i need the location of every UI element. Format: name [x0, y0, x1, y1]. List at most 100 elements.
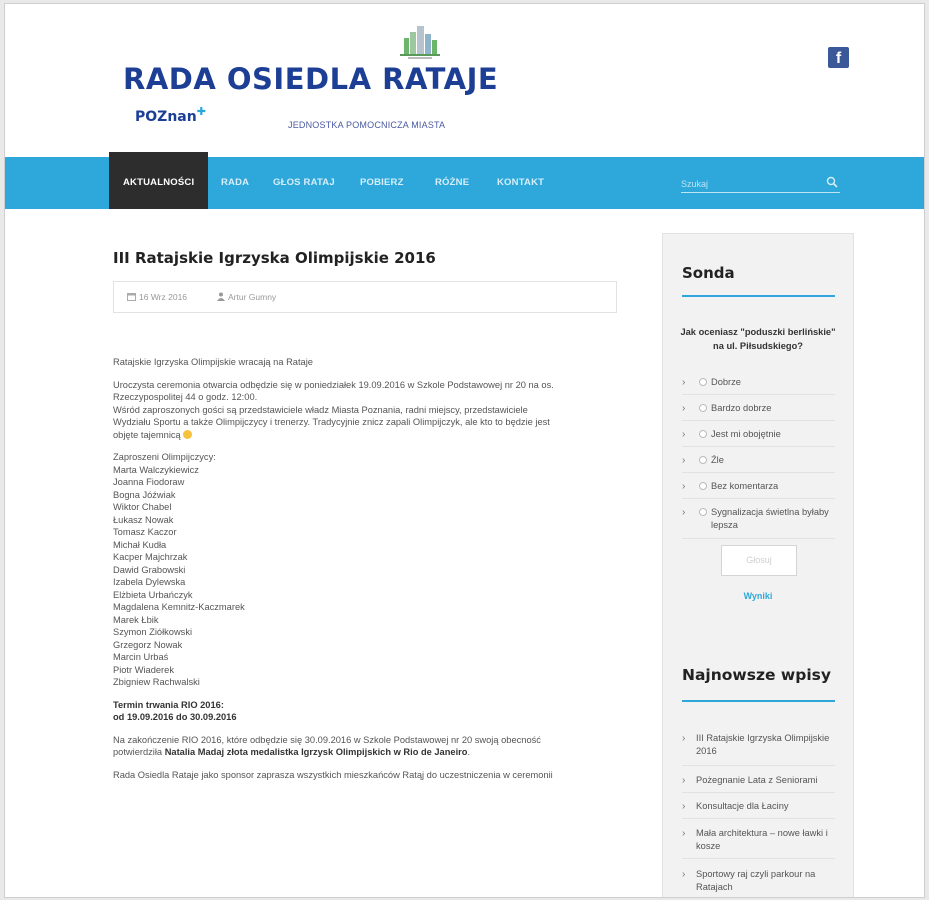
olympians-list: Zaproszeni Olimpijczycy: Marta Walczykie… — [113, 451, 618, 689]
post-date[interactable]: 16 Wrz 2016 — [127, 292, 187, 302]
divider — [682, 792, 835, 793]
chevron-right-icon: › — [682, 481, 686, 492]
smiley-icon — [183, 429, 193, 439]
post-line-text: potwierdziła — [113, 747, 165, 757]
sidebar: Sonda Jak oceniasz "poduszki berlińskie"… — [662, 233, 854, 897]
olympians-names: Marta Walczykiewicz Joanna Fiodoraw Bogna … — [113, 464, 618, 689]
chevron-right-icon: › — [682, 869, 686, 880]
site-subtitle: JEDNOSTKA POMOCNICZA MIASTA — [288, 120, 446, 130]
results-link[interactable]: Wyniki — [663, 591, 853, 601]
poll-option-label: Sygnalizacja świetlna byłaby lepsza — [711, 507, 829, 530]
poll-option-label: Bardzo dobrze — [711, 403, 772, 413]
olympian-name: Joanna Fiodoraw — [113, 477, 185, 487]
site-title[interactable]: RADA OSIEDLA RATAJE — [123, 62, 498, 96]
post-paragraph: Ratajskie Igrzyska Olimpijskie wracają n… — [113, 357, 313, 367]
olympian-name: Zbigniew Rachwalski — [113, 677, 200, 687]
divider — [682, 498, 835, 499]
olympian-name: Magdalena Kemnitz-Kaczmarek — [113, 602, 245, 612]
facebook-icon[interactable]: f — [828, 47, 849, 68]
vote-button[interactable]: Głosuj — [721, 545, 797, 576]
poll-question: Jak oceniasz "poduszki berlińskie" na ul… — [680, 327, 836, 351]
widget-divider — [682, 295, 835, 297]
post-author[interactable]: Artur Gumny — [217, 292, 276, 302]
divider — [682, 858, 835, 859]
post-paragraph: Rada Osiedla Rataje jako sponsor zaprasz… — [113, 769, 553, 780]
olympian-name: Bogna Jóźwiak — [113, 489, 176, 500]
chevron-right-icon: › — [682, 377, 686, 388]
nav-item-rozne[interactable]: RÓŻNE — [435, 157, 469, 209]
poll-option-label: Bez komentarza — [711, 481, 779, 491]
widget-divider — [682, 700, 835, 702]
nav-item-rada[interactable]: RADA — [221, 157, 249, 209]
chevron-right-icon: › — [682, 733, 686, 744]
poll-option-label: Dobrze — [711, 377, 741, 387]
main-navigation: AKTUALNOŚCI RADA GŁOS RATAJ POBIERZ RÓŻN… — [5, 152, 924, 209]
chevron-right-icon: › — [682, 828, 686, 839]
post-line: Uroczysta ceremonia otwarcia odbędzie si… — [113, 379, 554, 390]
olympians-heading: Zaproszeni Olimpijczycy: — [113, 452, 216, 462]
chevron-right-icon: › — [682, 429, 686, 440]
building-logo-icon[interactable] — [398, 24, 442, 60]
post-paragraph: Uroczysta ceremonia otwarcia odbędzie si… — [113, 379, 618, 442]
radio-button[interactable] — [699, 378, 707, 386]
post-line: objęte tajemnicą — [113, 429, 618, 442]
post-line: Rzeczypospolitej 44 o godz. 12:00. — [113, 392, 258, 402]
poll-widget-title: Sonda — [682, 264, 735, 282]
search-icon[interactable] — [826, 176, 838, 188]
chevron-right-icon: › — [682, 775, 686, 786]
recent-post-link[interactable]: Mała architektura – nowe ławki i kosze — [696, 827, 836, 853]
term-line: Termin trwania RIO 2016: — [113, 699, 224, 710]
chevron-right-icon: › — [682, 507, 686, 518]
recent-post-link[interactable]: Konsultacje dla Łaciny — [696, 800, 836, 813]
poll-option-label: Źle — [711, 455, 724, 465]
user-icon — [217, 292, 225, 301]
post-line: Wydziału Sportu a także Olimpijczycy i t… — [113, 417, 550, 427]
divider — [682, 818, 835, 819]
olympian-name: Grzegorz Nowak — [113, 639, 183, 650]
olympian-name: Michał Kudła — [113, 539, 167, 550]
olympian-name: Marcin Urbaś — [113, 652, 169, 662]
radio-button[interactable] — [699, 508, 707, 516]
term-line: od 19.09.2016 do 30.09.2016 — [113, 712, 237, 722]
nav-item-pobierz[interactable]: POBIERZ — [360, 157, 404, 209]
divider — [682, 472, 835, 473]
page: RADA OSIEDLA RATAJE POZnan✚ JEDNOSTKA PO… — [4, 3, 925, 898]
olympian-name: Elżbieta Urbańczyk — [113, 589, 193, 600]
search-input[interactable] — [681, 176, 811, 192]
radio-button[interactable] — [699, 430, 707, 438]
recent-posts-title: Najnowsze wpisy — [682, 666, 831, 684]
chevron-right-icon: › — [682, 801, 686, 812]
post-content: Ratajskie Igrzyska Olimpijskie wracają n… — [113, 356, 618, 791]
divider — [682, 420, 835, 421]
nav-item-kontakt[interactable]: KONTAKT — [497, 157, 544, 209]
olympian-name: Piotr Wiaderek — [113, 664, 174, 675]
radio-button[interactable] — [699, 482, 707, 490]
olympian-name: Marek Łbik — [113, 614, 159, 625]
post-meta: 16 Wrz 2016 Artur Gumny — [113, 281, 617, 313]
post-line-text: objęte tajemnicą — [113, 429, 181, 440]
post-title[interactable]: III Ratajskie Igrzyska Olimpijskie 2016 — [113, 249, 436, 267]
post-author-text: Artur Gumny — [228, 292, 277, 302]
olympian-name: Szymon Ziółkowski — [113, 627, 193, 637]
divider — [682, 765, 835, 766]
post-line: potwierdziła Natalia Madaj złota medalis… — [113, 746, 618, 759]
radio-button[interactable] — [699, 456, 707, 464]
search-box — [681, 174, 840, 193]
nav-item-aktualnosci[interactable]: AKTUALNOŚCI — [109, 152, 209, 209]
olympian-name: Izabela Dylewska — [113, 577, 186, 587]
poznan-logo[interactable]: POZnan✚ — [135, 105, 206, 125]
post-line-text: . — [467, 747, 471, 757]
calendar-icon — [127, 293, 136, 301]
divider — [682, 538, 835, 539]
recent-post-link[interactable]: Sportowy raj czyli parkour na Ratajach — [696, 868, 836, 894]
recent-post-link[interactable]: Pożegnanie Lata z Seniorami — [696, 774, 836, 787]
post-line: Wśród zaproszonych gości są przedstawici… — [113, 404, 528, 415]
divider — [682, 446, 835, 447]
highlighted-text: Natalia Madaj złota medalistka Igrzysk O… — [164, 747, 468, 757]
post-date-text: 16 Wrz 2016 — [139, 292, 188, 302]
olympian-name: Wiktor Chabel — [113, 502, 172, 512]
nav-item-glos-rataj[interactable]: GŁOS RATAJ — [273, 157, 335, 209]
recent-post-link[interactable]: III Ratajskie Igrzyska Olimpijskie 2016 — [696, 732, 836, 758]
chevron-right-icon: › — [682, 455, 686, 466]
radio-button[interactable] — [699, 404, 707, 412]
